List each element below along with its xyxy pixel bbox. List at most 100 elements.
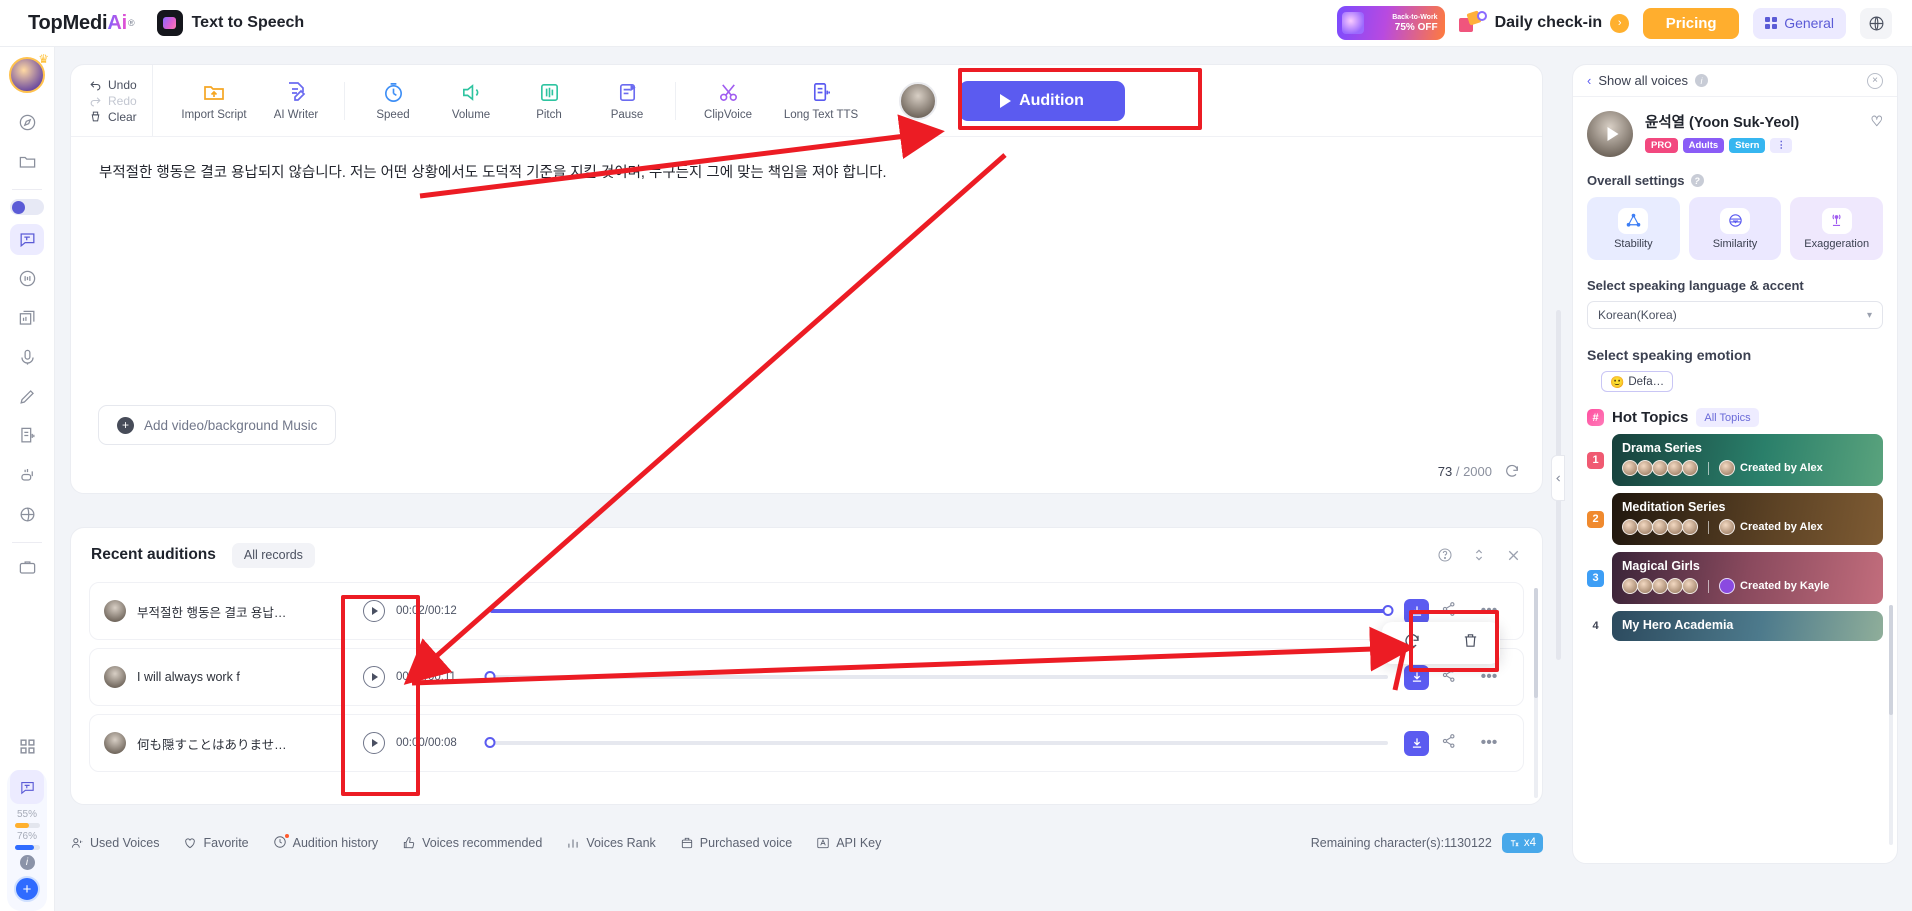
apps-grid-icon [19,739,35,754]
progress-slider[interactable] [484,737,1388,748]
favorite-heart-icon[interactable]: ♡ [1870,113,1883,130]
pitch-button[interactable]: Pitch [510,81,588,121]
user-avatar[interactable]: ♛ [9,52,49,93]
rail-mode-toggle[interactable] [10,199,44,215]
share-button[interactable] [1429,601,1469,622]
list-item[interactable]: 4 My Hero Academia [1573,604,1897,641]
topic-card[interactable]: My Hero Academia [1612,611,1883,641]
info-icon[interactable]: i [1694,74,1708,87]
pause-button[interactable]: Pause [588,81,666,121]
tile-stability[interactable]: Stability [1587,197,1680,260]
progress-slider[interactable] [490,605,1394,616]
selected-voice-avatar[interactable] [899,81,937,120]
play-button[interactable] [363,666,385,688]
clipvoice-button[interactable]: ClipVoice [685,81,771,121]
list-item[interactable]: 1 Drama Series Created by Alex [1573,427,1897,486]
info-icon[interactable]: i [19,855,35,871]
rail-item-text-to-speech[interactable] [10,223,44,256]
help-icon[interactable]: ? [1690,174,1704,187]
more-button[interactable]: ••• [1469,602,1509,620]
rail-item-voice-changer[interactable] [10,263,44,294]
collapse-panel-handle[interactable] [1551,455,1565,501]
play-button[interactable] [363,600,385,622]
language-globe-button[interactable] [1860,7,1892,39]
add-button[interactable]: + [14,876,40,903]
download-button[interactable] [1404,598,1429,624]
script-text[interactable]: 부적절한 행동은 결코 용납되지 않습니다. 저는 어떤 상황에서도 도덕적 기… [71,137,1542,185]
rail-item-recorder[interactable] [10,342,44,373]
back-chevron-icon[interactable]: ‹ [1587,73,1591,88]
share-button[interactable] [1429,667,1469,688]
speed-button[interactable]: Speed [354,81,432,121]
share-button[interactable] [1429,733,1469,754]
voice-avatar[interactable] [1587,111,1633,157]
bottom-item-purchased-voice[interactable]: Purchased voice [680,836,792,850]
bottom-item-voices-rank[interactable]: Voices Rank [566,836,656,850]
share-icon [1442,667,1455,682]
table-row[interactable]: I will always work f 00:00/00:11 ••• [89,648,1524,706]
emotion-chip[interactable]: 🙂 Defa… [1601,371,1674,392]
bottom-item-audition-history[interactable]: Audition history [273,833,378,852]
promo-banner[interactable]: Back-to-Work 75% OFF [1336,6,1445,40]
all-topics-button[interactable]: All Topics [1696,408,1759,427]
rail-item-voice-clone[interactable] [10,381,44,412]
redo-icon [90,97,101,107]
long-text-tts-button[interactable]: Long Text TTS [771,81,871,121]
list-item[interactable]: 3 Magical Girls Created by Kayle [1573,545,1897,604]
bottom-item-used-voices[interactable]: Used Voices [70,836,159,850]
tag-more-button[interactable]: ⋮ [1770,138,1792,153]
clear-button[interactable]: Clear [89,110,152,124]
voice-info: 윤석열 (Yoon Suk-Yeol) ♡ PRO Adults Stern ⋮ [1645,111,1883,153]
more-button[interactable]: ••• [1469,734,1509,752]
delete-button[interactable] [1462,632,1479,654]
tts-app-icon [156,10,183,36]
audition-button[interactable]: Audition [959,80,1125,121]
close-panel-button[interactable]: × [1867,72,1883,89]
list-item[interactable]: 2 Meditation Series Created by Alex [1573,486,1897,545]
rail-item-workspace[interactable] [10,552,44,583]
volume-button[interactable]: Volume [432,81,510,121]
rail-item-folder[interactable] [10,146,44,177]
general-button[interactable]: General [1753,7,1846,39]
table-row[interactable]: 부적절한 행동은 결코 용납되… 00:02/00:12 ••• [89,582,1524,640]
all-records-button[interactable]: All records [231,542,315,568]
add-media-button[interactable]: + Add video/background Music [98,405,337,445]
import-script-button[interactable]: Import Script [171,80,257,121]
microphone-icon [20,349,34,365]
briefcase-icon [19,561,35,574]
download-button[interactable] [1404,730,1429,756]
redo-button[interactable]: Redo [89,94,152,108]
tile-similarity[interactable]: Similarity [1688,197,1782,260]
multiplier-badge[interactable]: x4 [1501,833,1543,853]
bottom-item-favorite[interactable]: Favorite [183,836,249,850]
undo-button[interactable]: Undo [89,78,152,92]
topic-card[interactable]: Magical Girls Created by Kayle [1612,552,1883,604]
tile-exaggeration[interactable]: Exaggeration [1790,197,1884,260]
topic-card[interactable]: Drama Series Created by Alex [1612,434,1883,486]
panel-scrollbar[interactable] [1889,605,1893,845]
rail-item-apps[interactable] [10,731,44,762]
progress-slider[interactable] [484,671,1388,682]
rail-item-library[interactable] [10,302,44,333]
rank-icon [568,839,578,848]
table-row[interactable]: 何も隠すことはありません 私 00:00/00:08 ••• [89,714,1524,772]
language-select[interactable]: Korean(Korea) ▾ [1587,301,1883,329]
download-button[interactable] [1404,664,1429,690]
daily-checkin[interactable]: Daily check-in › [1458,10,1630,35]
more-button[interactable]: ••• [1469,668,1509,686]
show-all-voices-link[interactable]: Show all voices [1598,73,1688,88]
rail-item-long-text[interactable] [10,420,44,451]
bottom-item-voices-recommended[interactable]: Voices recommended [402,836,542,850]
regenerate-button[interactable] [1403,632,1421,655]
pricing-button[interactable]: Pricing [1643,7,1740,39]
brand-logo[interactable]: TopMedi Ai ® [28,12,135,35]
play-button[interactable] [363,732,385,754]
auditions-scrollbar[interactable] [1534,588,1538,798]
promo-line-1: Back-to-Work [1392,14,1438,21]
topic-card[interactable]: Meditation Series Created by Alex [1612,493,1883,545]
rail-item-translate[interactable] [10,499,44,530]
ai-writer-button[interactable]: AI Writer [257,80,335,121]
rail-item-dubbing[interactable] [10,459,44,490]
bottom-item-api-key[interactable]: API Key [816,836,881,850]
rail-item-explore[interactable] [10,107,44,138]
